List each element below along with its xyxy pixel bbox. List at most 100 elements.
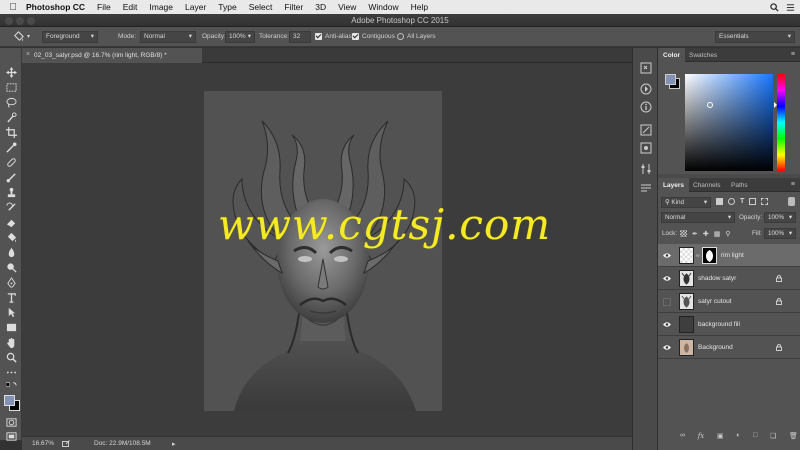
all-layers-checkbox[interactable]: [397, 33, 404, 40]
tab-swatches[interactable]: Swatches: [684, 48, 722, 62]
swap-colors-icon[interactable]: [4, 381, 18, 389]
screen-mode-icon[interactable]: [4, 430, 18, 443]
document-canvas[interactable]: [204, 91, 442, 411]
paint-bucket-icon[interactable]: [12, 30, 25, 45]
layer-name[interactable]: Background: [698, 344, 733, 351]
close-tab-icon[interactable]: ×: [26, 51, 30, 58]
brush-presets-icon[interactable]: [640, 124, 652, 136]
layer-row-shadow-satyr[interactable]: shadow satyr: [658, 267, 800, 290]
workspace-select[interactable]: Essentials ▾: [715, 31, 795, 43]
filter-pixel-icon[interactable]: [716, 198, 723, 205]
history-brush-tool-icon[interactable]: [4, 201, 18, 214]
layer-thumbnail[interactable]: [679, 339, 694, 356]
menu-filter[interactable]: Filter: [284, 2, 303, 12]
contiguous-checkbox[interactable]: [352, 33, 359, 40]
history-panel-icon[interactable]: [640, 62, 652, 74]
panel-menu-icon[interactable]: ≡: [791, 51, 795, 58]
visibility-eye-icon[interactable]: [663, 321, 671, 328]
link-layers-icon[interactable]: ∞: [680, 432, 685, 444]
visibility-eye-icon[interactable]: [663, 275, 671, 282]
move-tool-icon[interactable]: [4, 66, 18, 79]
filter-adjustment-icon[interactable]: [728, 198, 735, 205]
filter-toggle[interactable]: [788, 197, 795, 206]
mode-select[interactable]: Normal ▾: [140, 31, 196, 43]
color-picker-cursor[interactable]: [707, 102, 713, 108]
apple-icon[interactable]: : [0, 2, 26, 13]
blend-mode-select[interactable]: Normal ▾: [661, 212, 735, 223]
search-icon[interactable]: [770, 0, 779, 14]
actions-panel-icon[interactable]: [640, 83, 652, 95]
hand-tool-icon[interactable]: [4, 336, 18, 349]
layers-panel-menu-icon[interactable]: ≡: [791, 181, 795, 188]
adjustment-layer-icon[interactable]: ◐: [736, 432, 740, 444]
dodge-tool-icon[interactable]: [4, 261, 18, 274]
menu-view[interactable]: View: [338, 2, 356, 12]
layer-name[interactable]: shadow satyr: [698, 275, 736, 282]
lock-transparent-icon[interactable]: [680, 230, 687, 237]
menu-3d[interactable]: 3D: [315, 2, 326, 12]
antialias-checkbox[interactable]: [315, 33, 322, 40]
tab-channels[interactable]: Channels: [688, 178, 725, 192]
hue-slider-handle[interactable]: [774, 102, 777, 108]
layer-thumbnail[interactable]: [679, 270, 694, 287]
menu-layer[interactable]: Layer: [185, 2, 206, 12]
new-layer-icon[interactable]: ❏: [770, 432, 776, 444]
more-tools-icon[interactable]: [4, 366, 18, 379]
visibility-toggle-hidden[interactable]: [663, 298, 671, 306]
color-panel-foreground-swatch[interactable]: [665, 74, 676, 85]
list-icon[interactable]: [786, 0, 795, 14]
lock-pixels-icon[interactable]: ✒: [692, 230, 698, 238]
crop-tool-icon[interactable]: [4, 126, 18, 139]
menu-file[interactable]: File: [97, 2, 111, 12]
group-icon[interactable]: □: [753, 432, 757, 444]
zoom-level[interactable]: 16.67%: [32, 440, 54, 447]
layer-thumbnail[interactable]: [679, 316, 694, 333]
menu-image[interactable]: Image: [149, 2, 173, 12]
layer-filter-kind[interactable]: ⚲ Kind ▾: [661, 197, 711, 208]
tab-color[interactable]: Color: [658, 48, 685, 62]
lock-position-icon[interactable]: ✚: [703, 230, 709, 238]
fill-source-select[interactable]: Foreground ▾: [42, 31, 98, 43]
visibility-eye-icon[interactable]: [663, 344, 671, 351]
menu-window[interactable]: Window: [368, 2, 398, 12]
document-tab[interactable]: × 02_03_satyr.psd @ 16.7% (rim light, RG…: [22, 48, 202, 63]
layer-style-icon[interactable]: fx: [698, 432, 705, 444]
layer-row-rim-light[interactable]: ∞ rim light: [658, 244, 800, 267]
layer-row-background[interactable]: Background: [658, 336, 800, 359]
lock-artboard-icon[interactable]: ▦: [714, 230, 721, 238]
filter-shape-icon[interactable]: [749, 198, 757, 205]
clone-stamp-tool-icon[interactable]: [4, 186, 18, 199]
type-tool-icon[interactable]: [4, 291, 18, 304]
tab-layers[interactable]: Layers: [658, 178, 689, 192]
layer-mask-thumbnail[interactable]: [702, 247, 717, 264]
delete-layer-icon[interactable]: 🗑: [789, 432, 798, 444]
eyedropper-tool-icon[interactable]: [4, 141, 18, 154]
filter-type-icon[interactable]: T: [740, 198, 744, 205]
menu-type[interactable]: Type: [218, 2, 236, 12]
clone-source-icon[interactable]: [640, 142, 652, 154]
export-icon[interactable]: [62, 440, 70, 449]
lock-all-icon[interactable]: ⚲: [725, 230, 730, 238]
layer-thumbnail[interactable]: [679, 247, 694, 264]
tolerance-input[interactable]: 32: [289, 31, 311, 43]
mask-link-icon[interactable]: ∞: [696, 253, 700, 259]
opacity-input[interactable]: 100% ▾: [225, 31, 255, 43]
lasso-tool-icon[interactable]: [4, 96, 18, 109]
paint-bucket-tool-icon[interactable]: [4, 231, 18, 244]
quick-select-tool-icon[interactable]: [4, 111, 18, 124]
adjustments-icon[interactable]: [640, 163, 652, 175]
layer-name[interactable]: rim light: [721, 252, 744, 259]
tab-paths[interactable]: Paths: [726, 178, 753, 192]
foreground-color-swatch[interactable]: [4, 395, 15, 406]
pen-tool-icon[interactable]: [4, 276, 18, 289]
color-field[interactable]: [685, 74, 773, 171]
quick-mask-icon[interactable]: [4, 416, 18, 429]
zoom-tool-icon[interactable]: [4, 351, 18, 364]
menu-select[interactable]: Select: [249, 2, 273, 12]
menu-app-name[interactable]: Photoshop CC: [26, 2, 85, 12]
filter-smart-object-icon[interactable]: [761, 198, 769, 205]
menu-edit[interactable]: Edit: [123, 2, 138, 12]
visibility-eye-icon[interactable]: [663, 252, 671, 259]
healing-brush-tool-icon[interactable]: [4, 156, 18, 169]
eraser-tool-icon[interactable]: [4, 216, 18, 229]
